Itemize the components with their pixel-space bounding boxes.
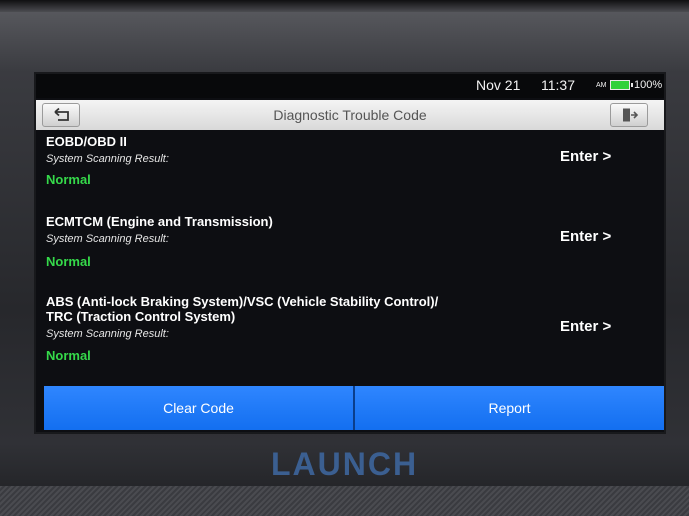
device-bezel-top bbox=[0, 0, 689, 12]
action-bar: Clear Code Report bbox=[44, 386, 664, 430]
result-label: System Scanning Result: bbox=[46, 328, 169, 340]
status-badge: Normal bbox=[46, 348, 91, 363]
result-label: System Scanning Result: bbox=[46, 233, 169, 245]
device-screen: Nov 21 11:37 AM 100% Diagnostic Trouble … bbox=[36, 74, 664, 432]
system-name: EOBD/OBD II bbox=[46, 134, 546, 149]
system-name: ECMTCM (Engine and Transmission) bbox=[46, 214, 546, 229]
battery-icon bbox=[610, 80, 633, 90]
status-time: 11:37 bbox=[541, 77, 575, 93]
page-title: Diagnostic Trouble Code bbox=[273, 107, 427, 123]
device-bezel-bottom bbox=[0, 486, 689, 516]
system-entry-abs[interactable]: ABS (Anti-lock Braking System)/VSC (Vehi… bbox=[36, 294, 664, 386]
report-button[interactable]: Report bbox=[355, 386, 664, 430]
battery-percent: 100% bbox=[634, 79, 663, 91]
system-entry-eobd[interactable]: EOBD/OBD II System Scanning Result: Norm… bbox=[36, 134, 664, 214]
exit-button[interactable] bbox=[610, 103, 648, 127]
status-badge: Normal bbox=[46, 254, 91, 269]
system-entry-ecmtcm[interactable]: ECMTCM (Engine and Transmission) System … bbox=[36, 214, 664, 294]
system-name-line: ABS (Anti-lock Braking System)/VSC (Vehi… bbox=[46, 294, 439, 309]
system-name: ABS (Anti-lock Braking System)/VSC (Vehi… bbox=[46, 294, 546, 324]
brand-logo: LAUNCH bbox=[270, 446, 419, 482]
result-label: System Scanning Result: bbox=[46, 153, 169, 165]
status-badge: Normal bbox=[46, 172, 91, 187]
enter-button[interactable]: Enter > bbox=[560, 228, 611, 245]
status-bar: Nov 21 11:37 AM 100% bbox=[36, 74, 664, 98]
system-name-line: EOBD/OBD II bbox=[46, 134, 127, 149]
system-list: EOBD/OBD II System Scanning Result: Norm… bbox=[36, 132, 664, 386]
status-date: Nov 21 bbox=[476, 77, 521, 93]
enter-button[interactable]: Enter > bbox=[560, 318, 611, 335]
enter-button[interactable]: Enter > bbox=[560, 148, 611, 165]
status-ampm: AM bbox=[596, 82, 607, 89]
clear-code-button[interactable]: Clear Code bbox=[44, 386, 353, 430]
exit-icon bbox=[623, 108, 639, 122]
system-name-line: TRC (Traction Control System) bbox=[46, 309, 236, 324]
title-bar: Diagnostic Trouble Code bbox=[36, 100, 664, 130]
system-name-line: ECMTCM (Engine and Transmission) bbox=[46, 214, 273, 229]
